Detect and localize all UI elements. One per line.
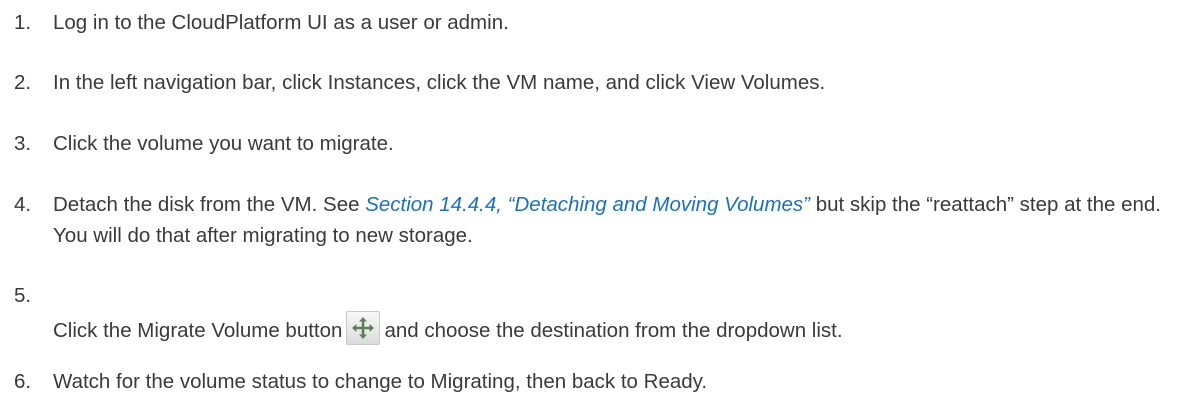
section-link-detaching-volumes[interactable]: Section 14.4.4, “Detaching and Moving Vo… (365, 193, 810, 216)
step-number: 5. (14, 284, 32, 307)
move-arrows-glyph (352, 317, 375, 339)
step-text: Log in to the CloudPlatform UI as a user… (53, 11, 509, 34)
step-1: 1. Log in to the CloudPlatform UI as a u… (14, 7, 1169, 38)
step-2: 2. In the left navigation bar, click Ins… (14, 67, 1169, 98)
step-text-after: and choose the destination from the drop… (384, 319, 843, 342)
step-text: Watch for the volume status to change to… (53, 370, 708, 393)
step-text-before: Detach the disk from the VM. See (53, 193, 366, 216)
step-number: 6. (14, 370, 32, 393)
step-text-before: Click the Migrate Volume button (53, 319, 343, 342)
move-arrows-icon (346, 311, 381, 345)
procedure-steps: 1. Log in to the CloudPlatform UI as a u… (0, 0, 1189, 405)
step-6: 6. Watch for the volume status to change… (14, 366, 1169, 397)
step-5: 5. Click the Migrate Volume button and c… (14, 280, 1169, 346)
step-text: In the left navigation bar, click Instan… (53, 71, 826, 94)
step-3: 3. Click the volume you want to migrate. (14, 128, 1169, 159)
step-number: 1. (14, 11, 32, 34)
step-text: Detach the disk from the VM. See Section… (14, 189, 1169, 251)
step-number: 3. (14, 132, 32, 155)
step-number: 4. (14, 193, 32, 216)
step-number: 2. (14, 71, 32, 94)
step-text: Click the volume you want to migrate. (53, 132, 394, 155)
step-text: Click the Migrate Volume button and choo… (14, 280, 1169, 346)
step-4: 4. Detach the disk from the VM. See Sect… (14, 189, 1169, 251)
